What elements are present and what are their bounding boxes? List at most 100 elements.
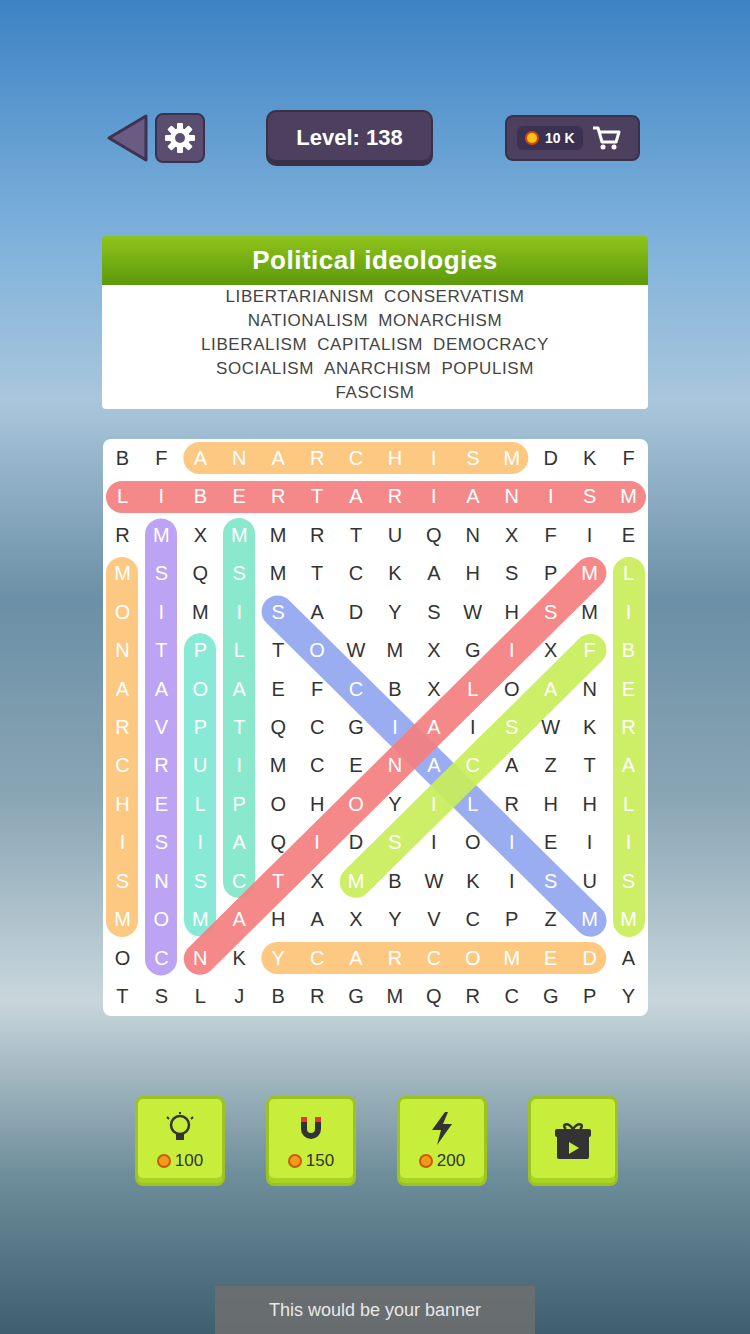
letter-cell[interactable]: S [570, 477, 609, 515]
letter-cell[interactable]: Z [531, 747, 570, 785]
letter-cell[interactable]: I [414, 785, 453, 823]
letter-cell[interactable]: S [609, 862, 648, 900]
letter-cell[interactable]: C [298, 708, 337, 746]
letter-cell[interactable]: S [181, 862, 220, 900]
letter-cell[interactable]: I [414, 439, 453, 477]
back-button[interactable] [105, 113, 149, 163]
letter-cell[interactable]: Y [375, 593, 414, 631]
letter-cell[interactable]: D [570, 939, 609, 977]
letter-cell[interactable]: E [142, 785, 181, 823]
letter-cell[interactable]: E [609, 516, 648, 554]
letter-cell[interactable]: B [375, 670, 414, 708]
letter-cell[interactable]: A [220, 901, 259, 939]
letter-cell[interactable]: A [337, 477, 376, 515]
letter-cell[interactable]: X [181, 516, 220, 554]
letter-cell[interactable]: K [570, 708, 609, 746]
letter-cell[interactable]: I [609, 593, 648, 631]
hint-button[interactable]: 100 [135, 1096, 225, 1186]
letter-cell[interactable]: D [337, 824, 376, 862]
letter-cell[interactable]: I [298, 824, 337, 862]
letter-cell[interactable]: C [142, 939, 181, 977]
letter-cell[interactable]: M [609, 477, 648, 515]
letter-cell[interactable]: A [220, 824, 259, 862]
letter-cell[interactable]: I [570, 824, 609, 862]
letter-cell[interactable]: I [531, 477, 570, 515]
letter-cell[interactable]: H [531, 785, 570, 823]
letter-cell[interactable]: B [103, 439, 142, 477]
letter-cell[interactable]: T [259, 631, 298, 669]
letter-cell[interactable]: A [414, 554, 453, 592]
letter-cell[interactable]: X [337, 901, 376, 939]
letter-grid[interactable]: BFANARCHISMDKFLIBERTARIANISMRMXMMRTUQNXF… [103, 439, 648, 1016]
letter-cell[interactable]: F [531, 516, 570, 554]
letter-cell[interactable]: C [103, 747, 142, 785]
letter-cell[interactable]: D [337, 593, 376, 631]
letter-cell[interactable]: I [492, 862, 531, 900]
letter-cell[interactable]: R [375, 477, 414, 515]
letter-cell[interactable]: R [492, 785, 531, 823]
letter-cell[interactable]: I [181, 824, 220, 862]
letter-cell[interactable]: M [375, 978, 414, 1016]
letter-cell[interactable]: T [570, 747, 609, 785]
gift-button[interactable] [528, 1096, 618, 1186]
letter-cell[interactable]: E [337, 747, 376, 785]
letter-cell[interactable]: X [414, 670, 453, 708]
letter-cell[interactable]: I [609, 824, 648, 862]
letter-cell[interactable]: C [298, 747, 337, 785]
letter-cell[interactable]: O [492, 670, 531, 708]
letter-cell[interactable]: A [142, 670, 181, 708]
letter-cell[interactable]: L [181, 785, 220, 823]
letter-cell[interactable]: O [298, 631, 337, 669]
letter-cell[interactable]: Q [414, 978, 453, 1016]
letter-cell[interactable]: G [453, 631, 492, 669]
letter-cell[interactable]: A [453, 477, 492, 515]
letter-cell[interactable]: W [453, 593, 492, 631]
letter-cell[interactable]: U [375, 516, 414, 554]
letter-cell[interactable]: O [453, 824, 492, 862]
letter-cell[interactable]: A [414, 708, 453, 746]
letter-cell[interactable]: P [181, 708, 220, 746]
letter-cell[interactable]: N [181, 939, 220, 977]
letter-cell[interactable]: S [375, 824, 414, 862]
letter-cell[interactable]: O [181, 670, 220, 708]
letter-cell[interactable]: M [492, 939, 531, 977]
letter-cell[interactable]: U [181, 747, 220, 785]
letter-cell[interactable]: S [142, 554, 181, 592]
letter-cell[interactable]: P [531, 554, 570, 592]
letter-cell[interactable]: A [414, 747, 453, 785]
letter-cell[interactable]: N [375, 747, 414, 785]
letter-cell[interactable]: B [609, 631, 648, 669]
letter-cell[interactable]: Z [531, 901, 570, 939]
letter-cell[interactable]: I [414, 824, 453, 862]
letter-cell[interactable]: T [259, 862, 298, 900]
letter-cell[interactable]: S [103, 862, 142, 900]
letter-cell[interactable]: N [142, 862, 181, 900]
letter-cell[interactable]: C [453, 747, 492, 785]
letter-cell[interactable]: M [259, 747, 298, 785]
letter-cell[interactable]: A [609, 939, 648, 977]
letter-cell[interactable]: F [142, 439, 181, 477]
letter-cell[interactable]: M [375, 631, 414, 669]
letter-cell[interactable]: K [453, 862, 492, 900]
letter-cell[interactable]: H [492, 593, 531, 631]
letter-cell[interactable]: C [492, 978, 531, 1016]
letter-cell[interactable]: R [259, 477, 298, 515]
letter-cell[interactable]: T [337, 516, 376, 554]
letter-cell[interactable]: S [142, 978, 181, 1016]
letter-cell[interactable]: S [453, 439, 492, 477]
letter-cell[interactable]: A [531, 670, 570, 708]
letter-cell[interactable]: O [103, 939, 142, 977]
letter-cell[interactable]: X [414, 631, 453, 669]
letter-cell[interactable]: T [298, 477, 337, 515]
letter-cell[interactable]: R [609, 708, 648, 746]
letter-cell[interactable]: A [337, 939, 376, 977]
letter-cell[interactable]: L [103, 477, 142, 515]
letter-cell[interactable]: H [375, 439, 414, 477]
letter-cell[interactable]: Q [259, 824, 298, 862]
letter-cell[interactable]: B [259, 978, 298, 1016]
coin-balance[interactable]: 10 K [505, 115, 640, 161]
letter-cell[interactable]: Q [259, 708, 298, 746]
letter-cell[interactable]: P [220, 785, 259, 823]
letter-cell[interactable]: T [103, 978, 142, 1016]
letter-cell[interactable]: R [298, 516, 337, 554]
